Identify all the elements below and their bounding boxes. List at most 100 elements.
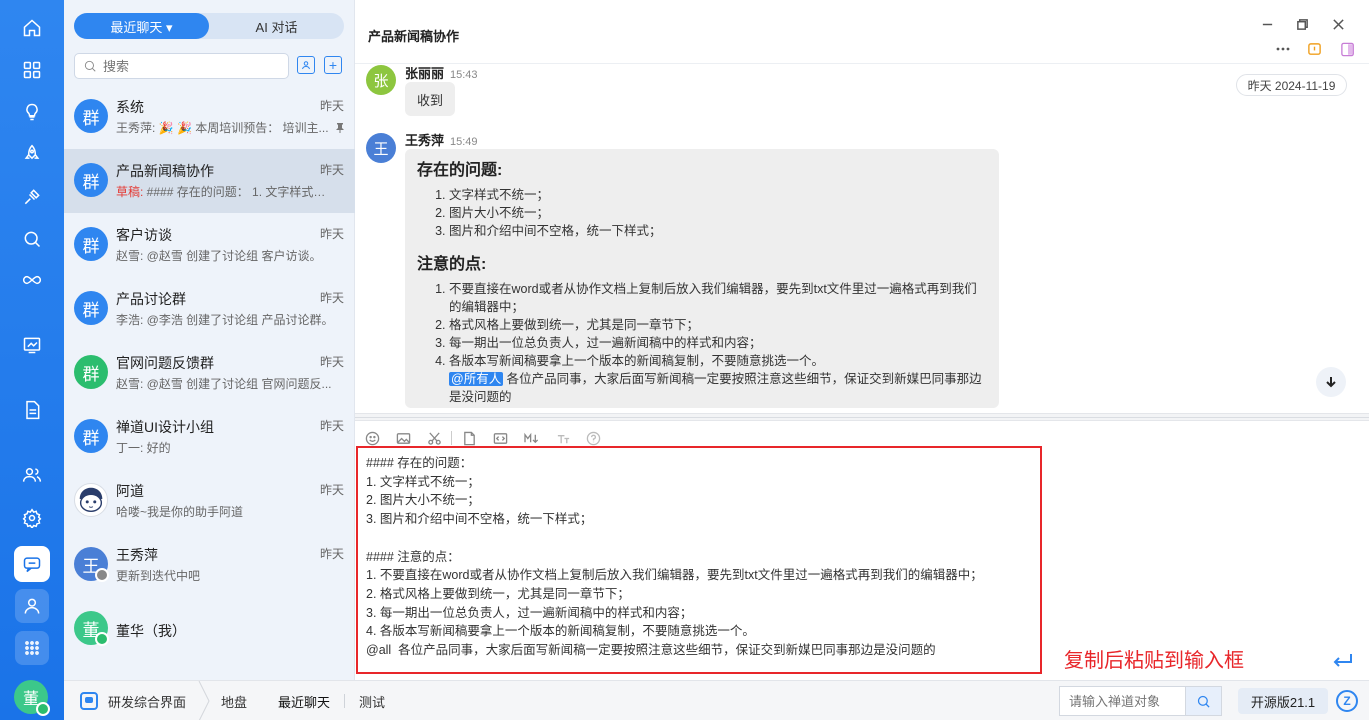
sidebar-toggle-button[interactable] (1340, 41, 1356, 57)
conversation-preview: 哈喽~我是你的助手阿道 (116, 505, 244, 519)
bottom-tab-recent-chats[interactable]: 最近聊天 (278, 692, 330, 711)
grid-icon[interactable] (15, 631, 49, 665)
home-icon[interactable] (19, 15, 45, 41)
close-icon (1332, 18, 1344, 30)
close-button[interactable] (1331, 17, 1345, 31)
notification-button[interactable] (1306, 41, 1322, 57)
group-avatar: 群 (74, 99, 108, 133)
markdown-message-bubble: 存在的问题: 文字样式不统一； 图片大小不统一； 图片和介绍中间不空格，统一下样… (405, 149, 999, 408)
more-button[interactable] (1275, 41, 1291, 57)
kanban-icon[interactable] (19, 332, 45, 358)
user-icon[interactable] (15, 589, 49, 623)
conversation-time: 昨天 (319, 355, 344, 369)
bottom-tab-test[interactable]: 测试 (359, 692, 385, 711)
arrow-down-icon (1326, 377, 1336, 388)
conversation-item[interactable]: 董 董华（我） (64, 597, 355, 661)
contacts-button[interactable] (297, 56, 315, 74)
mention-all[interactable]: @所有人 (449, 372, 504, 386)
list-item: 图片大小不统一； (449, 204, 987, 222)
app-name[interactable]: 研发综合界面 (108, 692, 186, 711)
conversation-time: 昨天 (319, 163, 344, 177)
conversation-name: 王秀萍 (116, 547, 158, 563)
list-item: 图片和介绍中间不空格，统一下样式； (449, 222, 987, 240)
code-icon[interactable] (492, 430, 508, 446)
conversation-name: 官网问题反馈群 (116, 355, 214, 371)
app-logo-icon (80, 692, 98, 710)
team-icon[interactable] (19, 462, 45, 488)
conversation-item[interactable]: 群 禅道UI设计小组 昨天 丁一: 好的 (64, 405, 355, 469)
search-box[interactable] (74, 53, 289, 79)
date-divider: 昨天 2024-11-19 (1236, 74, 1347, 96)
conversation-item[interactable]: 群 产品讨论群 昨天 李浩: @李浩 创建了讨论组 产品讨论群。 (64, 277, 355, 341)
message-input[interactable]: #### 存在的问题： 1. 文字样式不统一； 2. 图片大小不统一； 3. 图… (356, 446, 1042, 674)
minimize-button[interactable] (1260, 17, 1274, 31)
list-tab-switcher: 最近聊天 ▾ AI 对话 (74, 13, 344, 39)
scissors-icon[interactable] (426, 430, 442, 446)
list-item: 格式风格上要做到统一，尤其是同一章节下； (449, 316, 987, 334)
lightbulb-icon[interactable] (19, 99, 45, 125)
emoji-icon[interactable] (364, 430, 380, 446)
search-input[interactable] (103, 58, 273, 74)
message-heading: 存在的问题: (417, 162, 503, 179)
new-chat-button[interactable]: + (324, 56, 342, 74)
user-avatar[interactable]: 董 (14, 680, 50, 716)
help-icon[interactable] (585, 430, 601, 446)
tab-ai-chat[interactable]: AI 对话 (209, 13, 344, 39)
conversation-item[interactable]: 群 系统 昨天 王秀萍: 🎉 🎉 本周培训预告： 培训主... (64, 85, 355, 149)
zentao-search-input[interactable] (1069, 693, 1179, 709)
conversation-preview: 赵雪: @赵雪 创建了讨论组 客户访谈。 (116, 249, 322, 263)
conversation-name: 董华（我） (116, 623, 186, 639)
plus-icon: + (328, 57, 338, 73)
conversation-item-selected[interactable]: 群 产品新闻稿协作 昨天 草稿: #### 存在的问题： 1. 文字样式不... (64, 149, 355, 213)
document-icon[interactable] (19, 397, 45, 423)
version-badge[interactable]: 开源版21.1 (1238, 688, 1328, 714)
message-heading: 注意的点: (417, 256, 487, 273)
apps-icon[interactable] (19, 57, 45, 83)
send-button[interactable] (1332, 652, 1354, 670)
breadcrumb-chevron-icon (198, 680, 210, 720)
message-bubble: 收到 (405, 82, 455, 116)
conversation-preview: 王秀萍: 🎉 🎉 本周培训预告： 培训主... (116, 121, 329, 135)
conversation-item[interactable]: 群 客户访谈 昨天 赵雪: @赵雪 创建了讨论组 客户访谈。 (64, 213, 355, 277)
chat-title: 产品新闻稿协作 (368, 29, 460, 44)
image-icon[interactable] (395, 430, 411, 446)
zentao-logo-icon[interactable]: Z (1336, 690, 1358, 712)
conversation-name: 阿道 (116, 483, 144, 499)
message-time: 15:43 (450, 69, 478, 81)
contact-card-icon (302, 61, 310, 70)
bottom-divider (344, 694, 345, 708)
toolbar-divider (451, 431, 452, 445)
markdown-icon[interactable] (523, 430, 541, 446)
list-item: 不要直接在word或者从协作文档上复制后放入我们编辑器，要先到txt文件里过一遍… (449, 280, 987, 316)
bottom-bar: 研发综合界面 地盘 最近聊天 测试 开源版21.1 Z (64, 680, 1369, 720)
resize-splitter[interactable] (355, 413, 1369, 421)
zentao-search-button[interactable] (1185, 686, 1222, 716)
conversation-preview: 李浩: @李浩 创建了讨论组 产品讨论群。 (116, 313, 334, 327)
conversation-time: 昨天 (319, 419, 344, 433)
conversation-item[interactable]: 王 王秀萍 昨天 更新到迭代中吧 (64, 533, 355, 597)
group-avatar: 群 (74, 355, 108, 389)
infinity-icon[interactable] (19, 267, 45, 293)
restore-button[interactable] (1295, 17, 1309, 31)
search-icon[interactable] (19, 226, 45, 252)
rocket-icon[interactable] (19, 141, 45, 167)
header-divider (355, 63, 1369, 64)
sprint-icon[interactable] (19, 184, 45, 210)
group-avatar: 群 (74, 291, 108, 325)
file-icon[interactable] (461, 430, 477, 446)
bottom-tab-dashboard[interactable]: 地盘 (221, 692, 247, 711)
conversation-name: 禅道UI设计小组 (116, 419, 214, 435)
conversation-name: 产品新闻稿协作 (116, 163, 214, 179)
settings-icon[interactable] (19, 505, 45, 531)
group-avatar: 群 (74, 163, 108, 197)
conversation-time: 昨天 (319, 483, 344, 497)
font-size-icon[interactable] (555, 430, 571, 446)
sender-avatar[interactable]: 张 (366, 65, 396, 95)
sender-avatar[interactable]: 王 (366, 133, 396, 163)
tab-recent-chats[interactable]: 最近聊天 ▾ (74, 13, 209, 39)
sender-name: 张丽丽 15:43 (405, 66, 478, 81)
conversation-item[interactable]: 群 官网问题反馈群 昨天 赵雪: @赵雪 创建了讨论组 官网问题反... (64, 341, 355, 405)
conversation-item[interactable]: 阿道 昨天 哈喽~我是你的助手阿道 (64, 469, 355, 533)
scroll-to-bottom-button[interactable] (1316, 367, 1346, 397)
chat-icon[interactable] (14, 546, 50, 582)
